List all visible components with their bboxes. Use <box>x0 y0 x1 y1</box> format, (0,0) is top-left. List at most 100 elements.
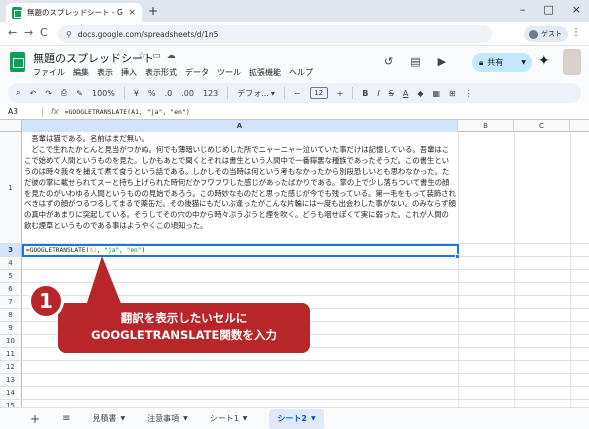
share-button[interactable]: 🔒︎ 共有 ▼ <box>472 53 532 72</box>
cloud-status-icon[interactable]: ☁ <box>167 51 176 61</box>
sheets-logo-icon[interactable] <box>10 52 25 72</box>
browser-menu-icon[interactable]: ⋮ <box>571 27 581 38</box>
font-select[interactable]: デフォ... ▾ <box>237 88 275 99</box>
sheet-tab-estimate[interactable]: 見積書 ▼ <box>92 413 125 424</box>
row-header-15[interactable]: 15 <box>0 400 22 407</box>
sheet-tab-sheet1[interactable]: シート1 ▼ <box>210 413 248 424</box>
menu-format[interactable]: 表示形式 <box>145 67 177 78</box>
gemini-icon[interactable]: ✦ <box>538 53 550 69</box>
menu-insert[interactable]: 挿入 <box>121 67 137 78</box>
column-header-c[interactable]: C <box>514 120 570 132</box>
formula-sep: , <box>119 247 127 254</box>
zoom-select[interactable]: 100% <box>92 89 115 98</box>
name-box[interactable]: A3 <box>0 107 42 116</box>
column-header-a[interactable]: A <box>22 120 458 132</box>
undo-icon[interactable]: ↶ <box>29 89 36 98</box>
more-options-icon[interactable]: ⋮ <box>465 89 473 98</box>
toolbar: ⌕ ↶ ↷ ⎙ ✎ 100% ¥ % .0 .00 123 デフォ... ▾ −… <box>8 83 581 103</box>
row-header-12[interactable]: 12 <box>0 361 22 374</box>
row-header-7[interactable]: 7 <box>0 296 22 309</box>
site-info-icon[interactable]: ⚲ <box>66 30 72 39</box>
column-headers: A B C <box>0 120 589 132</box>
row-header-14[interactable]: 14 <box>0 387 22 400</box>
menu-view[interactable]: 表示 <box>97 67 113 78</box>
sheet-tab-notes[interactable]: 注意事項 ▼ <box>147 413 188 424</box>
font-size-increase-button[interactable]: + <box>337 89 344 98</box>
row-header-9[interactable]: 9 <box>0 322 22 335</box>
redo-icon[interactable]: ↷ <box>45 89 52 98</box>
row-header-4[interactable]: 4 <box>0 257 22 270</box>
search-menus-icon[interactable]: ⌕ <box>16 88 20 98</box>
formula-suffix: ) <box>141 247 146 254</box>
row-header-13[interactable]: 13 <box>0 374 22 387</box>
address-bar: ← → C ⚲ docs.google.com/spreadsheets/d/1… <box>0 22 589 46</box>
decrease-decimal-button[interactable]: .0 <box>165 89 173 98</box>
fill-handle[interactable] <box>455 254 460 259</box>
sheets-favicon-icon <box>12 6 22 19</box>
menu-data[interactable]: データ <box>185 67 209 78</box>
print-icon[interactable]: ⎙ <box>61 88 67 98</box>
maximize-icon[interactable]: □ <box>543 3 553 16</box>
all-sheets-icon[interactable]: ≡ <box>62 413 70 424</box>
meet-icon[interactable]: ▶ <box>438 55 446 68</box>
percent-button[interactable]: % <box>148 89 156 98</box>
browser-tab[interactable]: 無題のスプレッドシート - Google ス × <box>6 3 142 22</box>
select-all-corner[interactable] <box>0 120 22 132</box>
borders-icon[interactable]: ▦ <box>432 89 440 98</box>
paint-format-icon[interactable]: ✎ <box>76 89 83 98</box>
move-folder-icon[interactable]: ▭ <box>152 51 161 61</box>
increase-decimal-button[interactable]: .00 <box>181 89 194 98</box>
formula-divider <box>42 106 43 117</box>
fill-color-icon[interactable]: ◆ <box>417 89 423 98</box>
callout-line-1: 翻訳を表示したいセルに <box>120 311 248 325</box>
text-color-button[interactable]: A <box>403 89 408 98</box>
document-title[interactable]: 無題のスプレッドシート <box>33 50 154 66</box>
guest-profile-button[interactable]: ゲスト <box>524 26 568 42</box>
font-size-decrease-button[interactable]: − <box>294 89 301 98</box>
minimize-icon[interactable]: – <box>520 3 526 16</box>
new-tab-button[interactable]: + <box>148 4 158 18</box>
title-actions: ☆ ▭ ☁ <box>138 51 176 61</box>
history-icon[interactable]: ↺ <box>384 55 393 68</box>
currency-button[interactable]: ¥ <box>134 89 139 98</box>
share-label: 共有 <box>487 58 504 67</box>
row-header-10[interactable]: 10 <box>0 335 22 348</box>
comments-icon[interactable]: ▤ <box>410 55 420 68</box>
account-avatar[interactable] <box>563 49 581 75</box>
merge-cells-icon[interactable]: ⊞ <box>449 89 456 98</box>
row-header-1[interactable]: 1 <box>0 132 22 244</box>
add-sheet-button[interactable]: + <box>30 412 40 426</box>
formula-input[interactable]: =GOOGLETRANSLATE(A1, "ja", "en") <box>65 108 190 116</box>
guest-avatar-icon <box>529 29 538 39</box>
back-icon[interactable]: ← <box>8 26 17 39</box>
row-header-3[interactable]: 3 <box>0 244 22 257</box>
bold-button[interactable]: B <box>362 89 368 98</box>
row-header-11[interactable]: 11 <box>0 348 22 361</box>
font-size-input[interactable]: 12 <box>309 87 328 99</box>
column-header-b[interactable]: B <box>458 120 514 132</box>
reload-icon[interactable]: C <box>40 26 48 39</box>
star-icon[interactable]: ☆ <box>138 51 146 61</box>
menu-help[interactable]: ヘルプ <box>289 67 313 78</box>
tab-close-icon[interactable]: × <box>128 8 136 18</box>
toolbar-divider <box>123 87 125 99</box>
chevron-down-icon[interactable]: ▼ <box>521 59 526 66</box>
menu-file[interactable]: ファイル <box>33 67 65 78</box>
strikethrough-button[interactable]: S <box>389 89 394 98</box>
url-input[interactable]: ⚲ docs.google.com/spreadsheets/d/1n5 <box>58 25 492 43</box>
row-header-8[interactable]: 8 <box>0 309 22 322</box>
menu-extensions[interactable]: 拡張機能 <box>249 67 281 78</box>
callout-line-2: GOOGLETRANSLATE関数を入力 <box>91 328 277 342</box>
toolbar-divider <box>227 87 229 99</box>
window-close-icon[interactable]: × <box>572 3 581 16</box>
menu-edit[interactable]: 編集 <box>73 67 89 78</box>
row-header-5[interactable]: 5 <box>0 270 22 283</box>
italic-button[interactable]: I <box>377 89 379 98</box>
forward-icon[interactable]: → <box>24 26 33 39</box>
browser-tab-title: 無題のスプレッドシート - Google ス <box>27 8 123 17</box>
number-format-button[interactable]: 123 <box>203 89 218 98</box>
menu-tools[interactable]: ツール <box>217 67 241 78</box>
sheet-tab-sheet2[interactable]: シート2 ▼ <box>269 408 324 429</box>
cell-a1[interactable]: 吾輩は猫である。名前はまだ無い。 どこで生れたかとんと見当がつかぬ。何でも薄暗い… <box>24 134 456 232</box>
row-header-6[interactable]: 6 <box>0 283 22 296</box>
